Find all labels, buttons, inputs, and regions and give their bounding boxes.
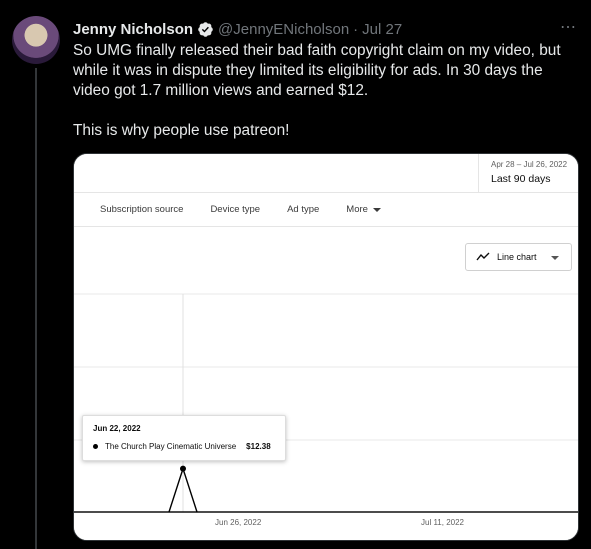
data-point [180, 465, 186, 472]
tweet-media-image[interactable]: Apr 28 – Jul 26, 2022 Last 90 days Subsc… [73, 153, 579, 541]
tooltip-date: Jun 22, 2022 [93, 424, 141, 433]
tooltip-series-name: The Church Play Cinematic Universe [105, 442, 237, 451]
author-name[interactable]: Jenny Nicholson [73, 21, 193, 38]
chart-tooltip: Jun 22, 2022 The Church Play Cinematic U… [82, 415, 286, 461]
analytics-screenshot: Apr 28 – Jul 26, 2022 Last 90 days Subsc… [74, 154, 578, 540]
x-tick-label: Jun 26, 2022 [215, 518, 262, 527]
grid [74, 293, 578, 512]
series-dot-icon [93, 444, 98, 449]
tweet-text: So UMG finally released their bad faith … [73, 41, 583, 141]
tweet-date[interactable]: Jul 27 [362, 21, 402, 38]
tooltip-value: $12.38 [246, 442, 271, 451]
author-avatar[interactable] [12, 16, 60, 64]
more-options-icon[interactable]: ⋯ [560, 17, 577, 37]
tweet-text-paragraph-2: This is why people use patreon! [73, 122, 290, 139]
x-tick-label: Jul 11, 2022 [421, 518, 464, 527]
tweet-text-paragraph-1: So UMG finally released their bad faith … [73, 42, 561, 99]
tooltip-row: The Church Play Cinematic Universe $12.3… [93, 442, 275, 451]
line-chart [74, 293, 578, 513]
header-separator: · [353, 20, 359, 38]
thread-line [35, 68, 37, 549]
author-handle[interactable]: @JennyENicholson [218, 21, 349, 38]
verified-badge-icon [197, 21, 214, 38]
tweet-header: Jenny Nicholson @JennyENicholson · Jul 2… [73, 19, 402, 39]
